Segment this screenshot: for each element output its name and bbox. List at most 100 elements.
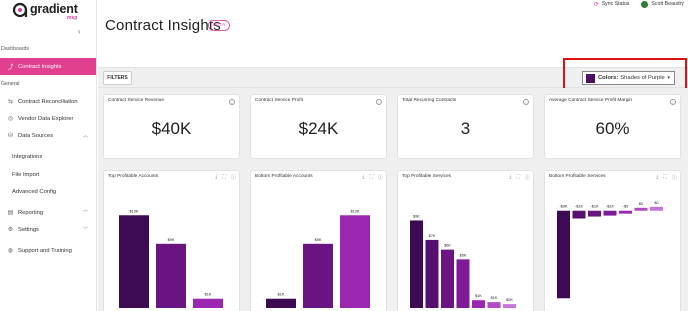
- sidebar-item-contract-reconciliation[interactable]: ⇆ Contract Reconciliation: [0, 93, 96, 110]
- chart-bar[interactable]: [119, 215, 149, 308]
- sidebar-item-integrations[interactable]: Integrations: [0, 148, 96, 165]
- chart-data-label: $1K: [278, 293, 285, 297]
- sync-status-button[interactable]: ⟳ Sync Status: [594, 1, 630, 8]
- kpi-card-profit: Contract Service Profit i $24K: [250, 94, 387, 159]
- chart-bar[interactable]: [650, 206, 663, 211]
- sidebar-item-file-import[interactable]: File Import: [0, 166, 96, 183]
- brand-name: gradient: [30, 2, 78, 16]
- reconcile-icon: ⇆: [7, 99, 14, 105]
- chart-title: Bottom Profitable Accounts: [255, 174, 313, 179]
- sidebar-item-settings[interactable]: ⚙ Settings ﹀: [0, 221, 96, 238]
- info-icon[interactable]: i: [229, 99, 235, 105]
- chart-card-bottom-services: Bottom Profitable Services ⤓ ⛶ ⓘ -$9K -$1…: [544, 170, 681, 311]
- sidebar-item-support-training[interactable]: ◍ Support and Training: [0, 242, 96, 259]
- chart-bar[interactable]: [441, 249, 454, 308]
- gradient-logo-icon: [12, 2, 28, 18]
- settings-icon: ⚙: [7, 227, 14, 233]
- sidebar-item-data-sources[interactable]: ⛁ Data Sources ︿: [0, 127, 96, 144]
- info-icon[interactable]: ⓘ: [525, 174, 530, 181]
- download-icon[interactable]: ⤓: [215, 174, 217, 181]
- kpi-card-revenue: Contract Service Revenue i $40K: [103, 94, 240, 159]
- chart-bar[interactable]: [487, 302, 501, 308]
- chart-bar[interactable]: [193, 298, 223, 308]
- chart-bar[interactable]: [425, 239, 439, 308]
- info-icon[interactable]: ⓘ: [672, 174, 677, 181]
- info-icon[interactable]: i: [523, 99, 529, 105]
- chart-data-label: $9K: [168, 238, 175, 242]
- chart-bar[interactable]: [303, 243, 333, 308]
- chart-card-top-accounts: Top Profitable Accounts ⤓ ⛶ ⓘ $13K $9K $1K: [103, 170, 240, 311]
- info-icon[interactable]: ⓘ: [231, 174, 236, 181]
- sidebar-item-contract-insights[interactable]: ⤴ Contract Insights: [0, 58, 96, 75]
- chart-title: Top Profitable Accounts: [108, 174, 159, 179]
- kpi-card-contracts: Total Recurring Contracts i 3: [397, 94, 534, 159]
- chart-top-accounts: $13K $9K $1K: [119, 209, 223, 308]
- chart-bar[interactable]: [410, 220, 423, 308]
- collapse-sidebar-icon[interactable]: ‹: [78, 27, 81, 36]
- chevron-down-icon: ▾: [667, 75, 670, 81]
- chart-top-services: $9K $7K $6K $5K $1K $1K $0K: [410, 214, 516, 308]
- support-icon: ◍: [7, 248, 14, 254]
- download-icon[interactable]: ⤓: [656, 174, 658, 181]
- chart-bar[interactable]: [472, 300, 485, 308]
- info-icon[interactable]: ⓘ: [378, 174, 383, 181]
- app-root: gradient msp ‹ Dashboards ⤴ Contract Ins…: [0, 0, 688, 311]
- info-icon[interactable]: i: [376, 99, 382, 105]
- info-icon[interactable]: i: [670, 99, 676, 105]
- kpi-title: Contract Service Revenue: [108, 98, 164, 103]
- sidebar-item-label: Support and Training: [18, 247, 72, 254]
- chart-data-label: $6K: [444, 244, 451, 248]
- download-icon[interactable]: ⤓: [509, 174, 511, 181]
- sidebar-item-label: Contract Insights: [18, 63, 62, 70]
- chart-bar[interactable]: [266, 298, 296, 308]
- chart-bar[interactable]: [456, 259, 470, 308]
- chart-bar[interactable]: [503, 304, 516, 308]
- kpi-value: $24K: [298, 119, 339, 138]
- data-sources-icon: ⛁: [7, 133, 14, 139]
- chart-card-top-services: Top Profitable Services ⤓ ⛶ ⓘ $9K $7K $6K $…: [397, 170, 534, 311]
- brand-logo[interactable]: gradient msp: [12, 2, 92, 22]
- section-general: General: [1, 81, 20, 87]
- color-swatch-icon: [586, 73, 595, 83]
- sidebar-item-label: Advanced Config: [12, 188, 57, 195]
- beta-badge: BETA: [208, 20, 231, 31]
- chart-data-label: $1K: [491, 296, 498, 300]
- dashboard-content: Contract Service Revenue i $40K Contract…: [98, 88, 688, 311]
- expand-icon[interactable]: ⛶: [663, 174, 667, 181]
- chart-bar[interactable]: [156, 243, 186, 308]
- sidebar-item-vendor-data-explorer[interactable]: ◎ Vendor Data Explorer: [0, 110, 96, 127]
- sync-icon: ⟳: [593, 1, 599, 8]
- download-icon[interactable]: ⤓: [362, 174, 364, 181]
- expand-icon[interactable]: ⛶: [222, 174, 226, 181]
- chart-data-label: $0: [639, 202, 643, 206]
- chart-data-label: -$0: [623, 205, 629, 209]
- filters-button[interactable]: FILTERS: [103, 71, 132, 85]
- sidebar-item-label: Settings: [18, 226, 39, 233]
- sidebar-item-advanced-config[interactable]: Advanced Config: [0, 183, 96, 200]
- expand-icon[interactable]: ⛶: [369, 174, 373, 181]
- sidebar-item-reporting[interactable]: ▤ Reporting ﹀: [0, 204, 96, 221]
- colors-value: Shades of Purple: [620, 75, 665, 81]
- chart-bar[interactable]: [634, 207, 648, 211]
- chart-tools: ⤓ ⛶ ⓘ: [656, 174, 677, 181]
- sidebar-item-label: Vendor Data Explorer: [18, 115, 74, 122]
- chart-bar[interactable]: [603, 210, 617, 216]
- chart-bar[interactable]: [557, 210, 570, 299]
- kpi-title: Average Contract Service Profit Margin: [549, 98, 633, 103]
- topbar: ⟳ Sync Status Scott Beaudry: [594, 0, 684, 8]
- user-name: Scott Beaudry: [651, 1, 684, 7]
- user-menu[interactable]: Scott Beaudry: [641, 0, 684, 8]
- chart-title: Bottom Profitable Services: [549, 174, 606, 179]
- chart-bar[interactable]: [619, 210, 632, 214]
- section-dashboards: Dashboards: [1, 46, 29, 52]
- chart-bar[interactable]: [588, 210, 601, 217]
- chart-bar[interactable]: [340, 215, 370, 308]
- kpi-value: $40K: [151, 119, 192, 138]
- expand-icon[interactable]: ⛶: [516, 174, 520, 181]
- chart-bar[interactable]: [572, 210, 586, 219]
- chart-tools: ⤓ ⛶ ⓘ: [362, 174, 383, 181]
- chart-data-label: -$1K: [575, 205, 583, 209]
- colors-select[interactable]: Colors: Shades of Purple ▾: [582, 71, 675, 85]
- chart-data-label: $13K: [351, 209, 360, 213]
- chart-card-bottom-accounts: Bottom Profitable Accounts ⤓ ⛶ ⓘ $1K $9K $…: [250, 170, 387, 311]
